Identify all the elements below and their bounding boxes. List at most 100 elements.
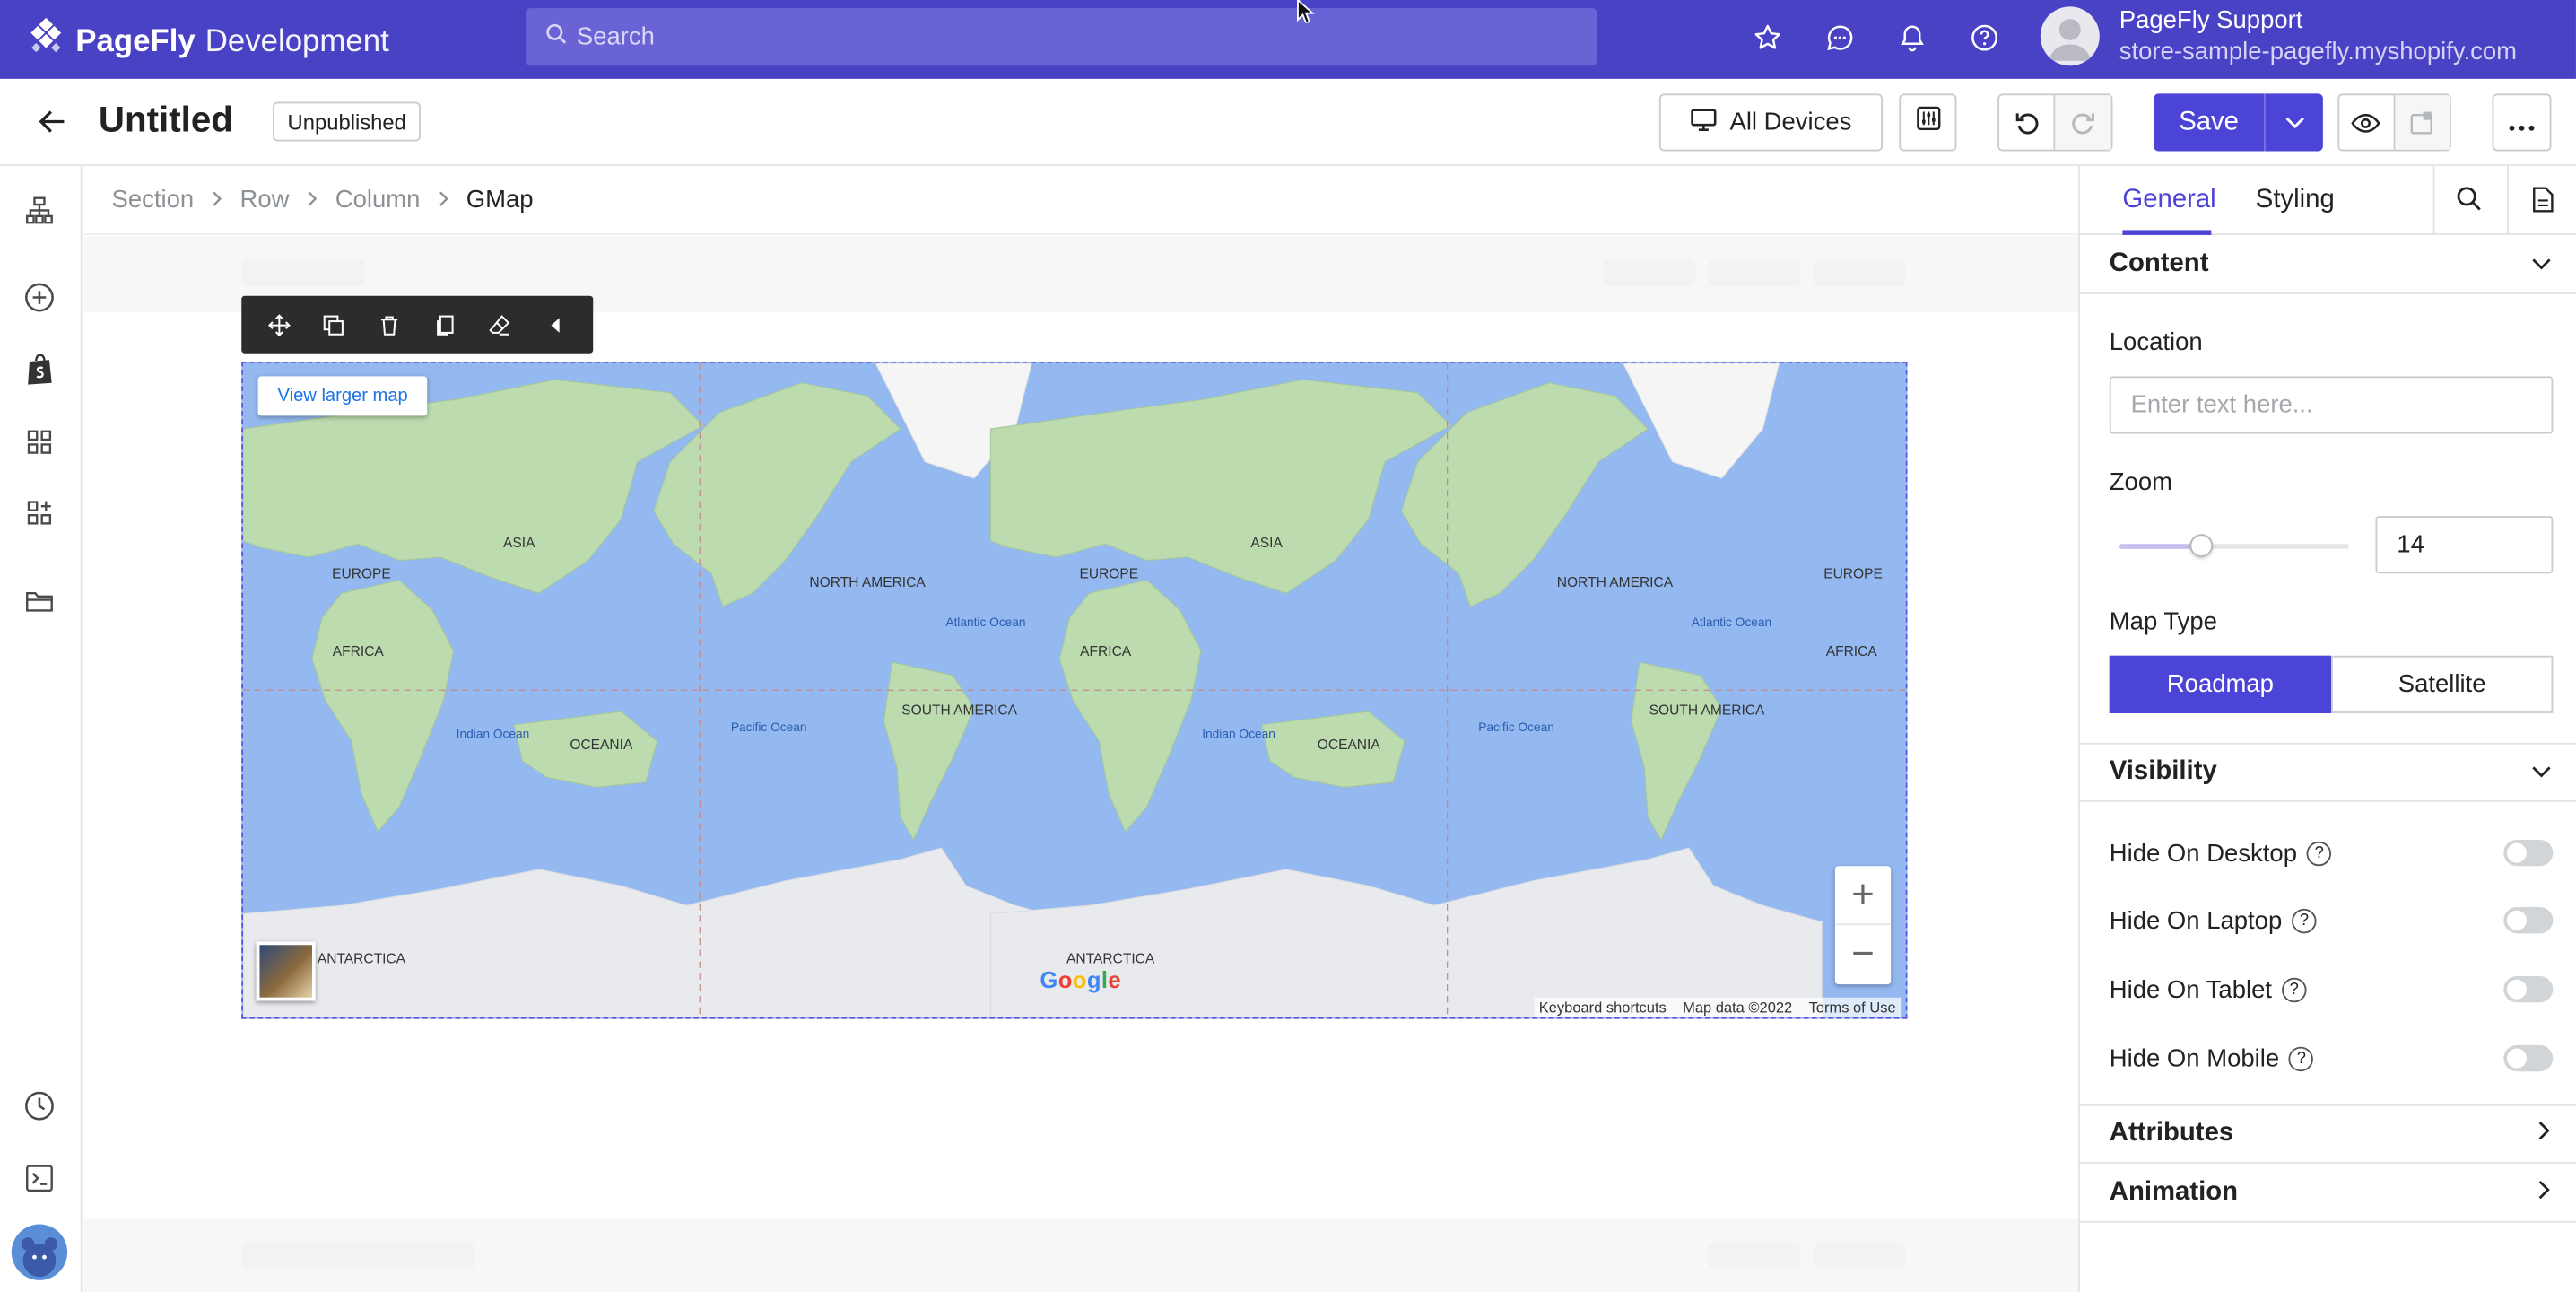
status-badge: Unpublished — [273, 101, 422, 142]
breadcrumb-row[interactable]: Row — [239, 186, 289, 214]
location-input[interactable]: Enter text here... — [2109, 376, 2554, 434]
breadcrumb-separator-icon — [306, 186, 319, 214]
device-selector-button[interactable]: All Devices — [1658, 93, 1884, 152]
delete-icon[interactable] — [371, 307, 407, 343]
content-section-header[interactable]: Content — [2079, 235, 2576, 294]
breadcrumb-section[interactable]: Section — [112, 186, 195, 214]
hide-tablet-toggle[interactable] — [2503, 975, 2554, 1003]
tab-styling[interactable]: Styling — [2256, 186, 2335, 215]
grid-blocks-icon[interactable] — [22, 424, 57, 460]
preview-eye-icon[interactable] — [2339, 95, 2395, 150]
duplicate-icon[interactable] — [317, 307, 352, 343]
settings-sliders-button[interactable] — [1899, 93, 1957, 152]
document-icon[interactable] — [2531, 186, 2554, 222]
add-element-icon[interactable] — [22, 279, 57, 315]
location-label: Location — [2109, 328, 2203, 357]
page-title[interactable]: Untitled — [99, 99, 233, 142]
user-info[interactable]: PageFly Support store-sample-pagefly.mys… — [2119, 4, 2517, 67]
folder-icon[interactable] — [22, 583, 57, 619]
attributes-section-header[interactable]: Attributes — [2079, 1104, 2576, 1164]
redo-icon[interactable] — [2055, 95, 2111, 150]
history-clock-icon[interactable] — [22, 1088, 57, 1124]
map-label-africa: AFRICA — [1826, 644, 1878, 659]
star-icon[interactable] — [1750, 20, 1786, 56]
panel-tabs: General Styling — [2079, 165, 2576, 235]
map-label-atlantic: Atlantic Ocean — [1692, 615, 1771, 629]
devices-label: All Devices — [1729, 108, 1852, 137]
placeholder-bar — [1814, 1242, 1906, 1269]
user-name: PageFly Support — [2119, 6, 2303, 35]
save-button[interactable]: Save — [2154, 93, 2266, 152]
hide-desktop-label: Hide On Desktop — [2109, 839, 2298, 868]
map-label-europe: EUROPE — [1079, 567, 1138, 582]
hide-desktop-toggle[interactable] — [2503, 839, 2554, 867]
apps-icon[interactable] — [22, 494, 57, 530]
publish-icon[interactable] — [2394, 95, 2450, 150]
back-arrow-icon[interactable] — [36, 105, 69, 146]
copy-icon[interactable] — [427, 307, 463, 343]
undo-icon[interactable] — [1999, 95, 2056, 150]
hide-mobile-label: Hide On Mobile — [2109, 1043, 2280, 1073]
map-label-asia: ASIA — [1250, 536, 1283, 551]
shopify-icon[interactable] — [22, 352, 57, 388]
help-icon[interactable] — [1966, 20, 2002, 56]
map-zoom-in-button[interactable]: + — [1834, 866, 1892, 926]
hide-laptop-toggle[interactable] — [2503, 907, 2554, 934]
placeholder-bar — [1708, 1242, 1801, 1269]
map-type-segmented-control: Roadmap Satellite — [2109, 655, 2554, 713]
sliders-icon — [1915, 105, 1941, 139]
breadcrumb-column[interactable]: Column — [335, 186, 421, 214]
move-icon[interactable] — [261, 307, 297, 343]
help-icon[interactable]: ? — [2306, 840, 2332, 866]
chat-icon[interactable] — [1822, 20, 1858, 56]
visibility-section-header[interactable]: Visibility — [2079, 742, 2576, 802]
satellite-toggle-thumbnail[interactable] — [256, 941, 316, 1001]
keyboard-shortcuts-link[interactable]: Keyboard shortcuts — [1539, 1000, 1667, 1016]
terminal-icon[interactable] — [22, 1160, 57, 1196]
breadcrumb-gmap[interactable]: GMap — [466, 186, 534, 214]
save-options-chevron-icon[interactable] — [2266, 93, 2323, 151]
hide-tablet-label: Hide On Tablet — [2109, 975, 2273, 1004]
breadcrumb: Section Row Column GMap — [83, 166, 2078, 235]
tab-general[interactable]: General — [2122, 186, 2215, 215]
mascot-avatar[interactable] — [11, 1224, 68, 1280]
zoom-slider-track[interactable] — [2119, 534, 2350, 557]
app-logo[interactable]: PageFly Development — [26, 17, 389, 67]
help-icon[interactable]: ? — [2282, 976, 2307, 1002]
map-label-europe: EUROPE — [1823, 567, 1883, 582]
content-section-title: Content — [2109, 249, 2209, 277]
zoom-slider-handle[interactable] — [2190, 534, 2214, 557]
animation-section-header[interactable]: Animation — [2079, 1164, 2576, 1223]
hide-desktop-row: Hide On Desktop ? — [2110, 834, 2554, 873]
map-label-pacific: Pacific Ocean — [731, 720, 807, 734]
layers-tree-icon[interactable] — [22, 192, 57, 228]
preview-group — [2337, 93, 2451, 152]
map-label-indian: Indian Ocean — [1202, 727, 1275, 740]
help-icon[interactable]: ? — [2292, 907, 2317, 933]
map-zoom-out-button[interactable]: − — [1835, 925, 1891, 984]
map-type-satellite-button[interactable]: Satellite — [2331, 655, 2554, 713]
help-icon[interactable]: ? — [2289, 1045, 2314, 1071]
chevron-down-icon — [2531, 249, 2551, 278]
map-label-north-america: NORTH AMERICA — [809, 575, 926, 590]
more-options-button[interactable] — [2492, 93, 2552, 152]
eraser-icon[interactable] — [482, 307, 518, 343]
search-input[interactable]: Search — [526, 8, 1597, 66]
gmap-embed[interactable]: ASIA EUROPE AFRICA OCEANIA NORTH AMERICA… — [241, 361, 1908, 1019]
avatar[interactable] — [2040, 6, 2100, 66]
monitor-icon — [1691, 108, 1717, 137]
editor-canvas[interactable]: Section Row Column GMap ASIA EUROPE AFRI… — [83, 165, 2078, 1292]
view-larger-map-link[interactable]: View larger map — [257, 376, 428, 416]
placeholder-bar — [241, 259, 365, 286]
search-icon[interactable] — [2456, 186, 2482, 220]
animation-section-title: Animation — [2109, 1177, 2239, 1206]
map-label-oceania: OCEANIA — [570, 738, 633, 753]
pagefly-logo-icon — [26, 17, 65, 67]
bell-icon[interactable] — [1894, 20, 1930, 56]
hide-mobile-toggle[interactable] — [2503, 1044, 2554, 1072]
terms-of-use-link[interactable]: Terms of Use — [1809, 1000, 1896, 1016]
chevron-right-icon — [2538, 1177, 2552, 1207]
zoom-value-input[interactable]: 14 — [2375, 516, 2554, 574]
map-type-roadmap-button[interactable]: Roadmap — [2109, 655, 2332, 713]
collapse-left-icon[interactable] — [537, 307, 573, 343]
